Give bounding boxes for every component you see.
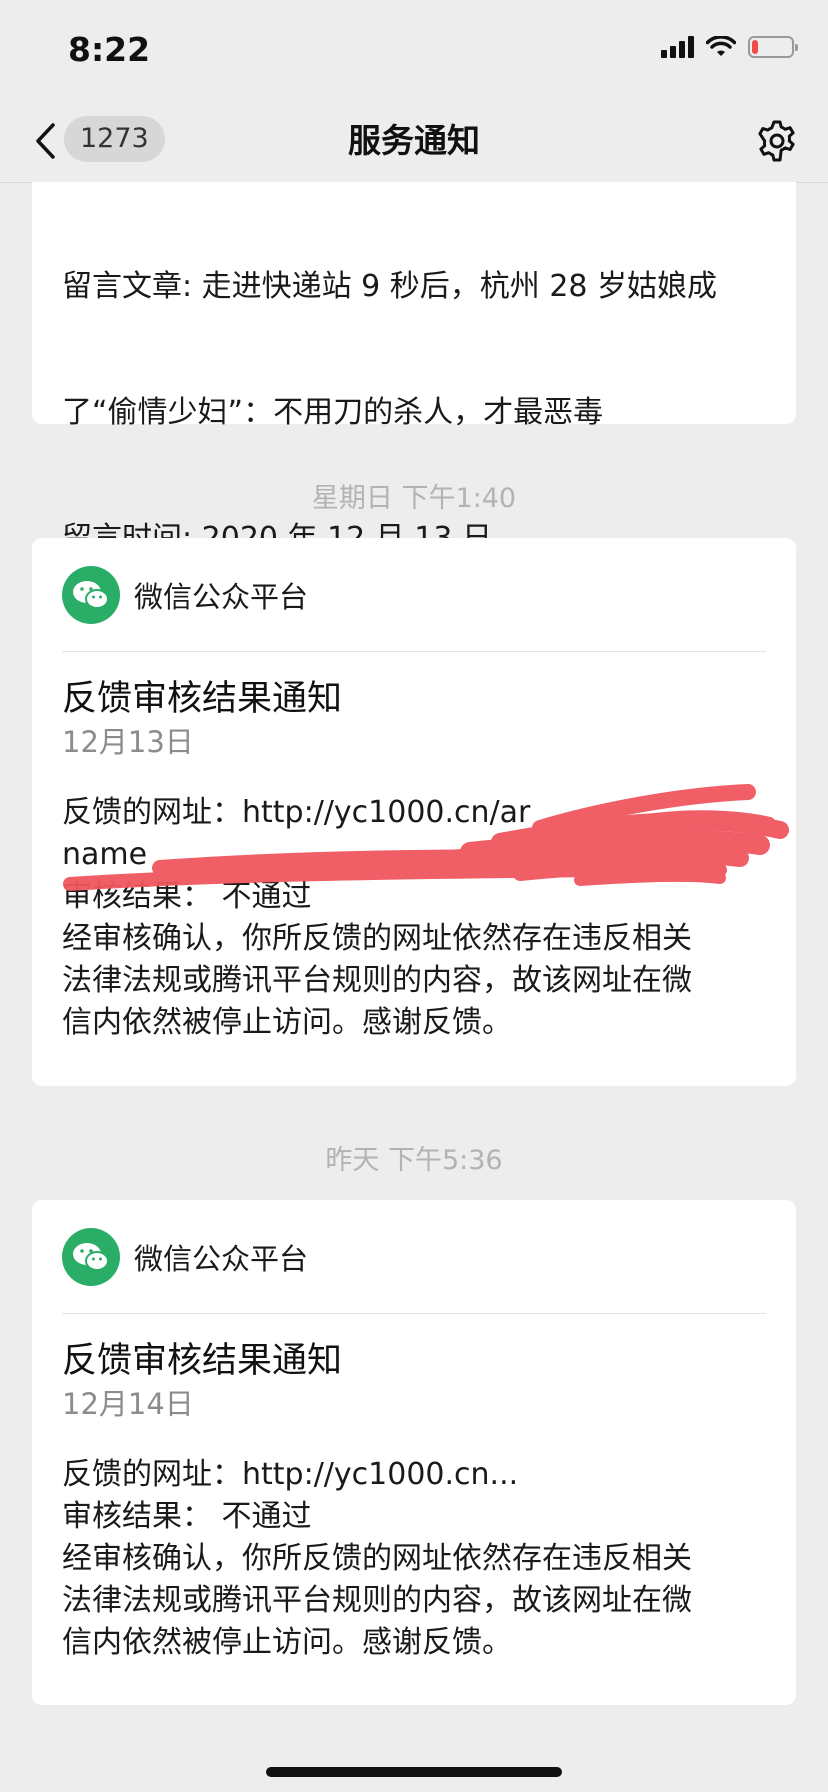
source-name: 微信公众平台 xyxy=(134,1241,309,1276)
notice-title: 反馈审核结果通知 xyxy=(62,1341,343,1381)
cellular-signal-icon xyxy=(661,36,694,58)
notice-line: 留言文章: 走进快递站 9 秒后，杭州 28 岁姑娘成 xyxy=(62,269,718,304)
feedback-url: 反馈的网址：http://yc1000.cn/ar xyxy=(62,795,531,830)
feedback-url-continued: name xyxy=(62,837,148,872)
status-time: 8:22 xyxy=(68,30,151,69)
gear-icon xyxy=(758,120,795,162)
home-indicator[interactable] xyxy=(266,1767,562,1777)
source-row: 微信公众平台 xyxy=(32,1200,796,1313)
notice-body-line: 信内依然被停止访问。感谢反馈。 xyxy=(62,1005,512,1040)
notice-body-line: 经审核确认，你所反馈的网址依然存在违反相关 xyxy=(62,1541,692,1576)
battery-level xyxy=(752,40,758,54)
source-name: 微信公众平台 xyxy=(134,579,309,614)
feedback-url: 反馈的网址：http://yc1000.cn... xyxy=(62,1457,519,1492)
settings-button[interactable] xyxy=(754,118,800,164)
notice-body-line: 信内依然被停止访问。感谢反馈。 xyxy=(62,1625,512,1660)
message-timestamp: 昨天 下午5:36 xyxy=(325,1145,503,1176)
wechat-logo-icon xyxy=(62,1227,120,1286)
message-timestamp: 星期日 下午1:40 xyxy=(311,483,517,514)
status-icons xyxy=(661,36,798,58)
notice-body-line: 经审核确认，你所反馈的网址依然存在违反相关 xyxy=(62,921,692,956)
source-row: 微信公众平台 xyxy=(32,538,796,651)
notice-title: 反馈审核结果通知 xyxy=(62,679,343,719)
previous-notice-card: 留言文章: 走进快递站 9 秒后，杭州 28 岁姑娘成 了“偷情少妇”：不用刀的… xyxy=(32,182,796,719)
nav-bar: 1273 服务通知 xyxy=(0,100,828,183)
notice-line: 了“偷情少妇”：不用刀的杀人，才最恶毒 xyxy=(62,395,604,430)
review-result: 审核结果： 不通过 xyxy=(62,879,312,914)
notice-date: 12月13日 xyxy=(62,725,194,759)
battery-icon xyxy=(748,36,798,58)
message-card[interactable]: 微信公众平台 反馈审核结果通知 12月14日 反馈的网址：http://yc10… xyxy=(32,1200,796,1705)
notice-body-line: 法律法规或腾讯平台规则的内容，故该网址在微 xyxy=(62,963,692,998)
notice-date: 12月14日 xyxy=(62,1387,194,1421)
notice-body: 反馈的网址：http://yc1000.cn/ar name 审核结果： 不通过… xyxy=(32,762,796,1072)
notice-body-line: 法律法规或腾讯平台规则的内容，故该网址在微 xyxy=(62,1583,692,1618)
status-bar: 8:22 xyxy=(0,0,828,100)
wifi-icon xyxy=(706,36,736,56)
notice-body: 反馈的网址：http://yc1000.cn... 审核结果： 不通过 经审核确… xyxy=(32,1424,796,1692)
page-title: 服务通知 xyxy=(348,121,480,160)
wechat-logo-icon xyxy=(62,565,120,624)
message-card[interactable]: 微信公众平台 反馈审核结果通知 12月13日 反馈的网址：http://yc10… xyxy=(32,538,796,1086)
review-result: 审核结果： 不通过 xyxy=(62,1499,312,1534)
